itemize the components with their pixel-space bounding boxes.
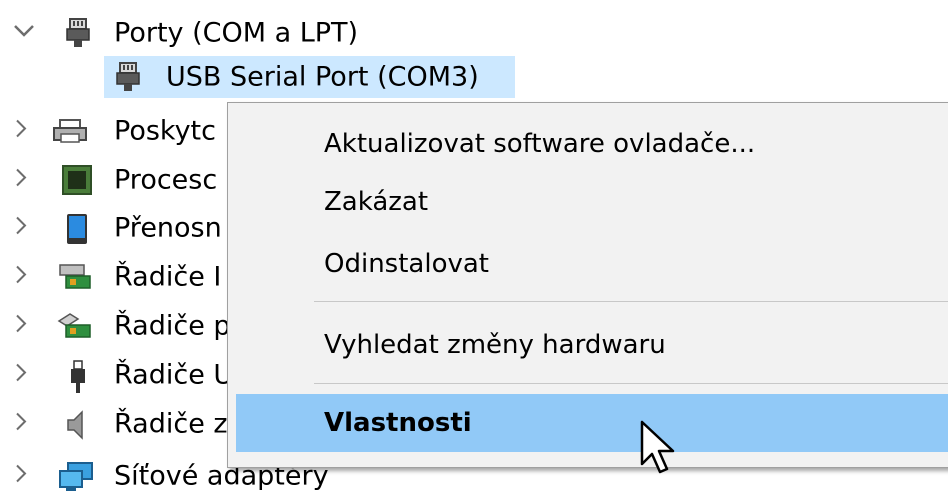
tree-node-label: Řadiče z bbox=[114, 408, 228, 440]
chevron-right-icon[interactable] bbox=[14, 264, 28, 291]
serial-port-icon bbox=[114, 62, 142, 92]
context-menu: Aktualizovat software ovladače... Zakáza… bbox=[227, 102, 948, 468]
menu-separator bbox=[314, 383, 948, 384]
mouse-pointer-icon bbox=[640, 420, 675, 474]
menu-item-label: Zakázat bbox=[324, 187, 429, 217]
tree-node-label: Řadiče I bbox=[114, 261, 222, 293]
portable-device-icon bbox=[64, 213, 92, 244]
chevron-right-icon[interactable] bbox=[14, 118, 28, 145]
processor-chip-icon bbox=[62, 165, 92, 195]
tree-node-ports[interactable]: Porty (COM a LPT) bbox=[0, 13, 948, 53]
chevron-right-icon[interactable] bbox=[14, 463, 28, 490]
menu-item-label: Aktualizovat software ovladače... bbox=[324, 129, 756, 159]
menu-item-properties[interactable]: Vlastnosti bbox=[236, 394, 948, 452]
tree-node-label: Porty (COM a LPT) bbox=[114, 17, 359, 49]
tree-node-label: Poskytc bbox=[114, 115, 216, 147]
storage-controller-icon bbox=[56, 311, 91, 341]
chevron-right-icon[interactable] bbox=[14, 215, 28, 242]
speaker-icon bbox=[64, 409, 92, 440]
chevron-right-icon[interactable] bbox=[14, 411, 28, 438]
menu-item-scan-hardware[interactable]: Vyhledat změny hardwaru bbox=[236, 316, 948, 374]
chevron-down-icon[interactable] bbox=[12, 22, 36, 44]
chevron-right-icon[interactable] bbox=[14, 313, 28, 340]
menu-item-disable[interactable]: Zakázat bbox=[236, 173, 948, 231]
printer-icon bbox=[52, 116, 87, 146]
tree-node-label: Procesc bbox=[114, 164, 218, 196]
menu-separator bbox=[314, 301, 948, 302]
tree-node-label: Přenosn bbox=[114, 212, 222, 244]
menu-item-label: Odinstalovat bbox=[324, 249, 489, 279]
menu-item-update-driver[interactable]: Aktualizovat software ovladače... bbox=[236, 115, 948, 173]
serial-port-icon bbox=[64, 18, 92, 48]
tree-node-usb-serial-port[interactable]: USB Serial Port (COM3) bbox=[0, 56, 948, 98]
menu-item-label: Vlastnosti bbox=[324, 408, 472, 438]
ide-controller-icon bbox=[56, 262, 91, 292]
chevron-right-icon[interactable] bbox=[14, 362, 28, 389]
menu-item-uninstall[interactable]: Odinstalovat bbox=[236, 235, 948, 293]
usb-plug-icon bbox=[68, 360, 96, 393]
chevron-right-icon[interactable] bbox=[14, 167, 28, 194]
tree-node-label: USB Serial Port (COM3) bbox=[166, 61, 479, 93]
tree-node-label: Řadiče p bbox=[114, 310, 231, 342]
menu-item-label: Vyhledat změny hardwaru bbox=[324, 330, 666, 360]
network-adapter-icon bbox=[58, 461, 93, 491]
tree-node-label: Řadiče U bbox=[114, 359, 234, 391]
